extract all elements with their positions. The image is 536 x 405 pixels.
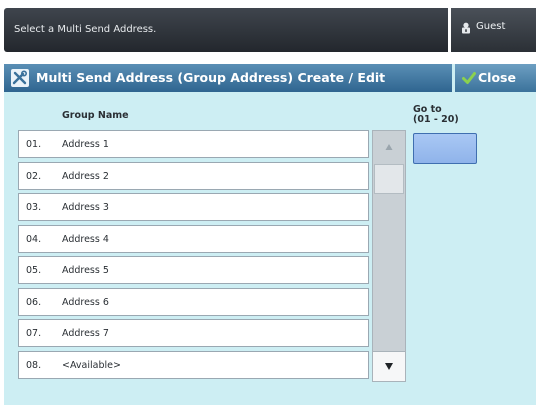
user-label: Guest <box>476 21 506 32</box>
row-number: 04. <box>26 234 42 245</box>
screen: Select a Multi Send Address. Guest Multi… <box>0 0 536 405</box>
list-item[interactable]: 03. Address 3 <box>18 193 369 221</box>
row-number: 07. <box>26 328 42 339</box>
group-name: Address 7 <box>62 328 109 339</box>
column-header-group-name: Group Name <box>62 110 129 121</box>
list-scrollbar[interactable] <box>372 130 406 382</box>
list-item[interactable]: 07. Address 7 <box>18 319 369 347</box>
list-item[interactable]: 01. Address 1 <box>18 130 369 158</box>
close-label: Close <box>478 70 516 85</box>
list-item[interactable]: 08. <Available> <box>18 351 369 379</box>
group-name: Address 4 <box>62 234 109 245</box>
group-list: 01. Address 1 02. Address 2 03. Address … <box>18 130 370 382</box>
list-item[interactable]: 05. Address 5 <box>18 256 369 284</box>
group-name: Address 1 <box>62 139 109 150</box>
group-name: <Available> <box>62 360 121 371</box>
list-item[interactable]: 06. Address 6 <box>18 288 369 316</box>
row-number: 08. <box>26 360 42 371</box>
row-number: 06. <box>26 297 42 308</box>
group-name: Address 3 <box>62 202 109 213</box>
scroll-thumb[interactable] <box>374 164 404 194</box>
group-name: Address 6 <box>62 297 109 308</box>
goto-button[interactable] <box>413 133 477 164</box>
scroll-down-button[interactable] <box>373 351 405 381</box>
list-item[interactable]: 02. Address 2 <box>18 162 369 190</box>
row-number: 01. <box>26 139 42 150</box>
message-text: Select a Multi Send Address. <box>14 24 157 35</box>
close-button[interactable]: Close <box>455 64 536 92</box>
checkmark-icon <box>462 72 476 84</box>
goto-range: (01 - 20) <box>413 114 459 125</box>
user-button[interactable]: Guest <box>451 8 536 52</box>
group-name: Address 2 <box>62 171 109 182</box>
row-number: 03. <box>26 202 42 213</box>
triangle-down-icon <box>385 363 393 370</box>
row-number: 05. <box>26 265 42 276</box>
title-bar: Multi Send Address (Group Address) Creat… <box>4 64 452 92</box>
tools-icon <box>11 69 29 87</box>
triangle-up-icon <box>385 144 393 150</box>
scroll-up-button[interactable] <box>373 131 405 162</box>
group-name: Address 5 <box>62 265 109 276</box>
message-bar: Select a Multi Send Address. <box>4 8 448 52</box>
goto-label: Go to (01 - 20) <box>413 105 459 125</box>
page-title: Multi Send Address (Group Address) Creat… <box>36 70 386 85</box>
user-lock-icon <box>462 22 470 34</box>
list-item[interactable]: 04. Address 4 <box>18 225 369 253</box>
row-number: 02. <box>26 171 42 182</box>
